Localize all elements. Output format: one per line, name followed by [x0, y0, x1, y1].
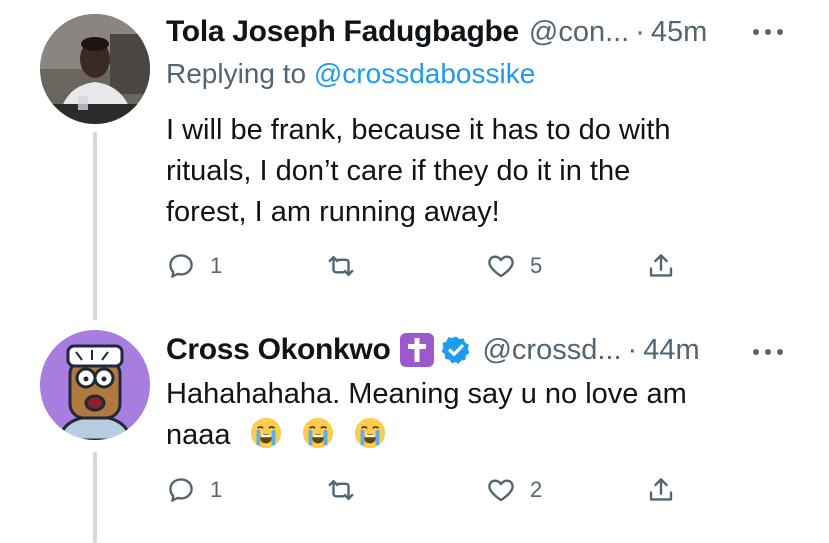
- loudly-crying-face-icon: [250, 417, 281, 449]
- timestamp[interactable]: 44m: [643, 334, 699, 367]
- avatar[interactable]: [40, 330, 150, 440]
- tweet-text: I will be frank, because it has to do wi…: [166, 110, 806, 233]
- retweet-button[interactable]: [326, 470, 370, 510]
- separator-dot: ·: [627, 333, 638, 366]
- cartoon-avatar-icon: [40, 330, 150, 440]
- tweet-text-fragment: naaa: [166, 419, 231, 451]
- more-options-icon[interactable]: [753, 27, 783, 37]
- timestamp[interactable]: 45m: [651, 16, 707, 49]
- more-options-icon[interactable]: [753, 347, 783, 357]
- tweet-text-line: rituals, I don’t care if they do it in t…: [166, 155, 631, 187]
- like-button[interactable]: 2: [486, 470, 542, 510]
- tweet-text-line-with-emoji: naaa: [166, 415, 806, 456]
- loudly-crying-face-icon: [302, 417, 333, 449]
- thread-line: [93, 452, 97, 543]
- author-handle[interactable]: @con...: [529, 16, 629, 49]
- author-name[interactable]: Cross Okonkwo: [166, 333, 391, 367]
- profile-photo-icon: [40, 14, 150, 124]
- author-handle[interactable]: @crossd...: [482, 334, 621, 367]
- share-icon: [649, 254, 673, 277]
- reply-count: 1: [210, 253, 223, 278]
- replying-to: Replying to @crossdabossike: [166, 58, 535, 90]
- reply-count: 1: [210, 477, 223, 502]
- tweet-text-line: forest, I am running away!: [166, 196, 500, 228]
- latin-cross-emoji-icon: [400, 333, 435, 367]
- author-name[interactable]: Tola Joseph Fadugbagbe: [166, 15, 519, 49]
- tweet-header: Tola Joseph Fadugbagbe @con... · 45m: [166, 14, 806, 50]
- thread-line: [93, 132, 97, 320]
- reply-button[interactable]: 1: [166, 470, 222, 510]
- tweet-text: Hahahahaha. Meaning say u no love am naa…: [166, 374, 806, 456]
- like-count: 2: [530, 477, 543, 502]
- tweet-text-line: Hahahahaha. Meaning say u no love am: [166, 378, 687, 410]
- heart-icon: [488, 479, 514, 502]
- tweet-text-line: I will be frank, because it has to do wi…: [166, 114, 671, 146]
- heart-icon: [488, 255, 514, 278]
- like-button[interactable]: 5: [486, 246, 542, 286]
- tweet-header: Cross Okonkwo @crossd... · 44m: [166, 332, 806, 368]
- tweet-cross[interactable]: Cross Okonkwo @crossd... · 44m Hahahahah…: [0, 320, 829, 543]
- share-icon: [649, 478, 673, 501]
- reply-icon: [169, 478, 193, 502]
- tweet-tola[interactable]: Tola Joseph Fadugbagbe @con... · 45m Rep…: [0, 0, 829, 320]
- replying-handle-link[interactable]: @crossdabossike: [314, 58, 535, 89]
- share-button[interactable]: [646, 246, 676, 286]
- separator-dot: ·: [635, 15, 645, 48]
- replying-label: Replying to: [166, 58, 307, 89]
- retweet-button[interactable]: [326, 246, 370, 286]
- action-bar: 1 2: [166, 470, 696, 510]
- share-button[interactable]: [646, 470, 676, 510]
- reply-button[interactable]: 1: [166, 246, 222, 286]
- avatar[interactable]: [40, 14, 150, 124]
- retweet-icon: [328, 256, 354, 276]
- retweet-icon: [328, 480, 354, 500]
- loudly-crying-face-icon: [354, 417, 385, 449]
- reply-icon: [169, 254, 193, 278]
- verified-badge-icon[interactable]: [440, 334, 472, 366]
- action-bar: 1 5: [166, 246, 696, 286]
- like-count: 5: [530, 253, 543, 278]
